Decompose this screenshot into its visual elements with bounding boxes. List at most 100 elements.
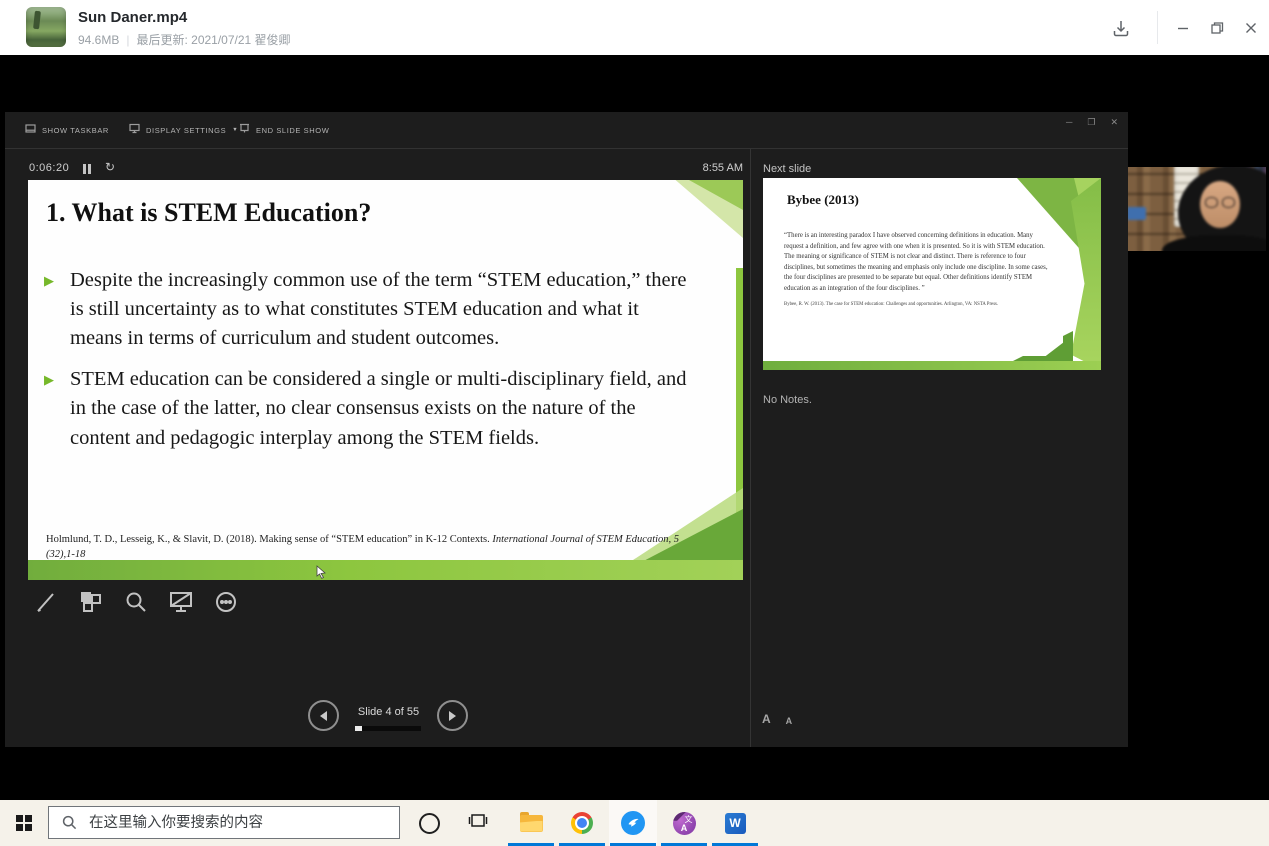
- windows-logo-icon: [16, 815, 32, 831]
- task-view-icon: [468, 812, 488, 835]
- slide-timer: 0:06:20: [29, 162, 69, 174]
- word-icon: W: [725, 813, 746, 834]
- annotation-toolbar: [32, 590, 240, 618]
- restart-timer-button[interactable]: ↻: [105, 160, 115, 174]
- next-slide-label: Next slide: [763, 163, 811, 175]
- minimize-icon: [1175, 20, 1191, 36]
- chevron-down-icon: ▼: [232, 127, 238, 133]
- start-button[interactable]: [0, 800, 48, 846]
- display-settings-label: DISPLAY SETTINGS: [146, 126, 226, 135]
- presenter-window-controls: ─ ❐ ✕: [1066, 117, 1118, 128]
- show-taskbar-button[interactable]: SHOW TASKBAR: [25, 120, 109, 140]
- display-settings-button[interactable]: DISPLAY SETTINGS ▼: [129, 120, 238, 140]
- presenter-close-icon[interactable]: ✕: [1110, 117, 1118, 128]
- file-explorer-button[interactable]: [507, 800, 555, 846]
- next-slide-preview: Bybee (2013) “There is an interesting pa…: [763, 178, 1101, 370]
- magnifier-icon: [124, 590, 148, 619]
- chrome-button[interactable]: [558, 800, 606, 846]
- slide-grid-icon: [79, 590, 103, 619]
- display-settings-icon: [129, 121, 140, 139]
- screen-slash-icon: [168, 590, 194, 619]
- app-header: Sun Daner.mp4 94.6MB | 最后更新: 2021/07/21 …: [0, 0, 1269, 55]
- taskbar-icon: [25, 121, 36, 139]
- slide-progress-bar: [355, 726, 421, 731]
- slide-bullet: ▶ Despite the increasingly common use of…: [44, 266, 692, 353]
- slide-decoration: [763, 361, 1101, 370]
- arrow-right-icon: [449, 711, 456, 721]
- file-explorer-icon: [520, 815, 543, 832]
- webcam-video: [1128, 167, 1266, 251]
- decrease-font-button[interactable]: A: [786, 716, 793, 726]
- arrow-left-icon: [320, 711, 327, 721]
- pause-timer-button[interactable]: [83, 164, 92, 174]
- see-all-slides-button[interactable]: [77, 590, 105, 618]
- slide-decoration: [28, 560, 743, 580]
- notes-font-controls: A A: [762, 712, 792, 726]
- next-slide-button[interactable]: [437, 700, 468, 731]
- slide-bullet-list: ▶ Despite the increasingly common use of…: [44, 266, 692, 465]
- search-icon: [62, 815, 77, 830]
- restore-icon: [1209, 20, 1225, 36]
- next-slide-quote: “There is an interesting paradox I have …: [784, 231, 1054, 294]
- slide-decoration: [736, 268, 743, 520]
- slide-citation: Holmlund, T. D., Lesseig, K., & Slavit, …: [46, 532, 701, 562]
- video-player-surface[interactable]: SHOW TASKBAR DISPLAY SETTINGS ▼ END SLID…: [0, 55, 1269, 800]
- ellipsis-icon: [214, 590, 238, 619]
- header-divider: [1157, 11, 1158, 44]
- shelf-box: [1128, 207, 1146, 220]
- pen-tool-button[interactable]: [32, 590, 60, 618]
- bullet-text: Despite the increasingly common use of t…: [70, 266, 692, 353]
- current-time: 8:55 AM: [643, 162, 743, 174]
- chrome-icon: [571, 812, 593, 834]
- presenter-view: SHOW TASKBAR DISPLAY SETTINGS ▼ END SLID…: [5, 112, 1128, 747]
- slide-title: 1. What is STEM Education?: [46, 198, 371, 228]
- black-screen-button[interactable]: [167, 590, 195, 618]
- pen-icon: [34, 590, 58, 619]
- slide-progress-fill: [355, 726, 362, 731]
- file-size: 94.6MB: [78, 33, 119, 47]
- close-button[interactable]: [1238, 15, 1264, 41]
- toolbar-divider: [5, 148, 1128, 149]
- app-window: Sun Daner.mp4 94.6MB | 最后更新: 2021/07/21 …: [0, 0, 1269, 846]
- show-taskbar-label: SHOW TASKBAR: [42, 126, 109, 135]
- cortana-button[interactable]: [406, 800, 452, 846]
- end-slide-show-button[interactable]: END SLIDE SHOW: [239, 120, 329, 140]
- search-input[interactable]: [87, 814, 399, 832]
- next-slide-citation: Bybee, R. W. (2013). The case for STEM e…: [784, 302, 1054, 307]
- presenter-minimize-icon[interactable]: ─: [1066, 117, 1072, 128]
- citation-text: Holmlund, T. D., Lesseig, K., & Slavit, …: [46, 534, 492, 545]
- dingtalk-icon: [621, 811, 645, 835]
- slide-bullet: ▶ STEM education can be considered a sin…: [44, 365, 692, 452]
- webcam-scene: [1128, 167, 1266, 251]
- presenter-glasses: [1203, 197, 1237, 207]
- download-button[interactable]: [1108, 15, 1134, 41]
- video-title: Sun Daner.mp4: [78, 9, 187, 26]
- restore-button[interactable]: [1204, 15, 1230, 41]
- meta-separator: |: [126, 33, 129, 47]
- translator-icon: 文 A: [673, 812, 696, 835]
- close-icon: [1243, 20, 1259, 36]
- previous-slide-button[interactable]: [308, 700, 339, 731]
- minimize-button[interactable]: [1170, 15, 1196, 41]
- word-button[interactable]: W: [711, 800, 759, 846]
- translator-button[interactable]: 文 A: [660, 800, 708, 846]
- dingtalk-button[interactable]: [609, 800, 657, 846]
- task-view-button[interactable]: [455, 800, 501, 846]
- more-options-button[interactable]: [212, 590, 240, 618]
- slide-counter: Slide 4 of 55: [342, 706, 435, 718]
- end-slide-show-label: END SLIDE SHOW: [256, 126, 329, 135]
- video-thumbnail: [26, 7, 66, 47]
- notes-placeholder: No Notes.: [763, 394, 812, 406]
- mouse-cursor: [316, 565, 327, 580]
- download-icon: [1111, 18, 1131, 38]
- increase-font-button[interactable]: A: [762, 712, 771, 726]
- next-slide-body: “There is an interesting paradox I have …: [775, 224, 1063, 356]
- presenter-restore-icon[interactable]: ❐: [1087, 117, 1095, 128]
- last-updated: 最后更新: 2021/07/21 翟俊卿: [136, 31, 290, 48]
- pane-divider: [750, 149, 751, 747]
- bullet-icon: ▶: [44, 266, 60, 353]
- zoom-slide-button[interactable]: [122, 590, 150, 618]
- bullet-icon: ▶: [44, 365, 60, 452]
- slide-decoration: [1071, 178, 1101, 370]
- taskbar-search-box[interactable]: [48, 806, 400, 839]
